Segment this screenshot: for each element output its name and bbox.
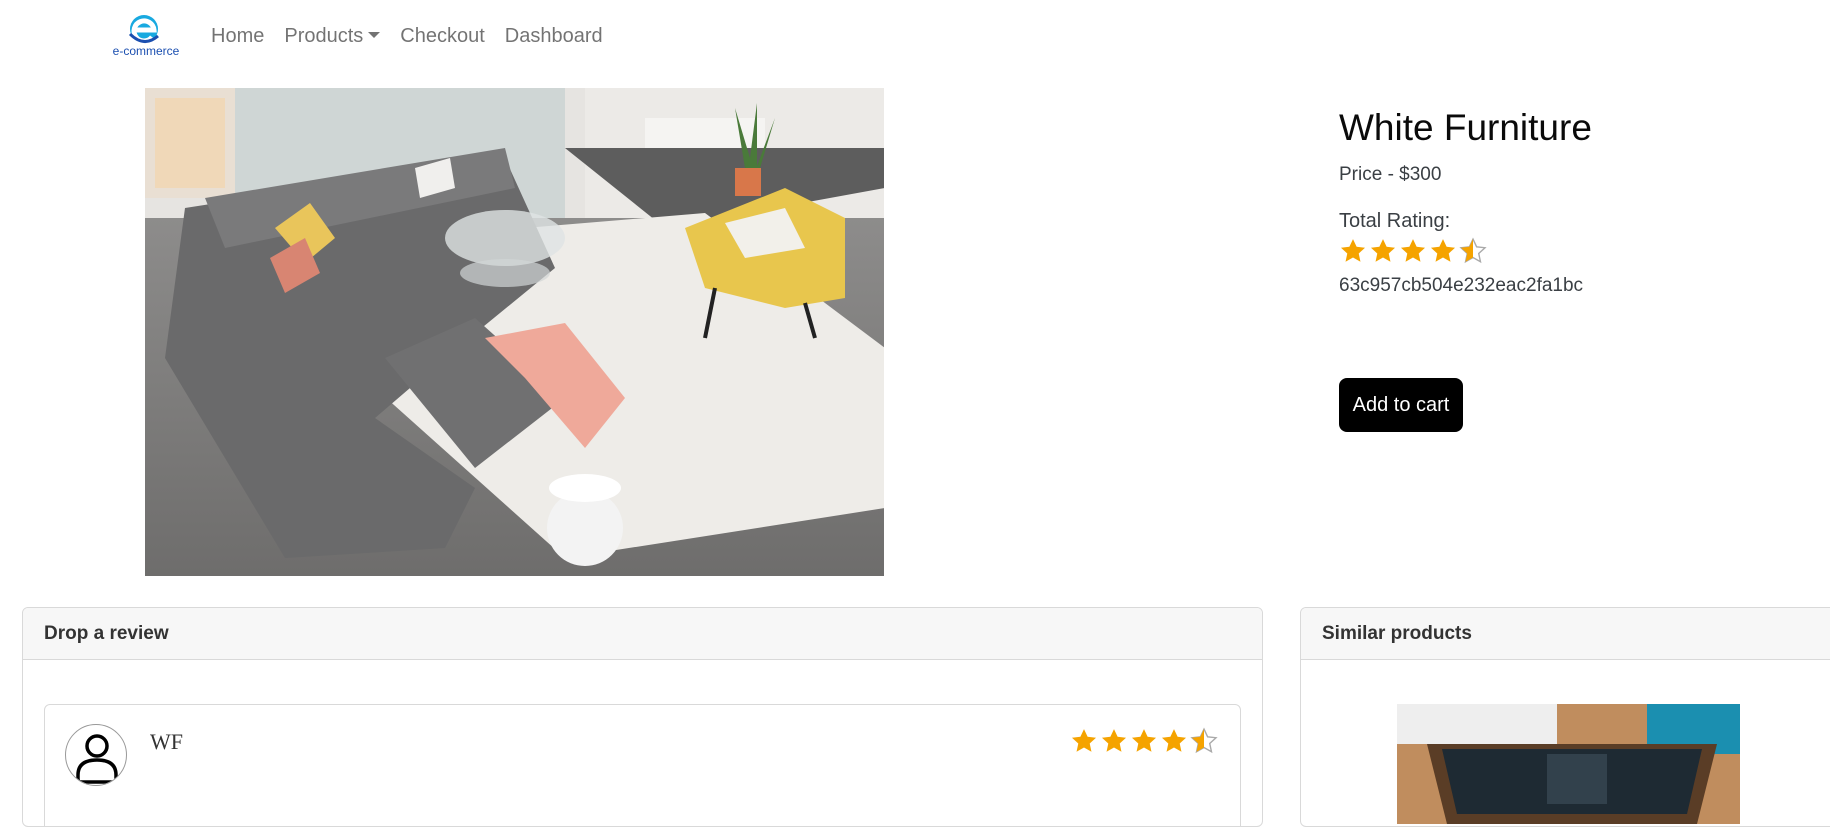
similar-card-header: Similar products — [1301, 608, 1830, 660]
reviewer-name: WF — [150, 729, 183, 754]
similar-products-card: Similar products — [1300, 607, 1830, 827]
review-item: WF — [44, 704, 1241, 826]
user-icon — [76, 734, 118, 784]
star-full-icon — [1071, 729, 1097, 752]
brand-logo[interactable]: e-commerce — [106, 12, 182, 58]
review-rating-stars — [1070, 727, 1218, 755]
nav-dashboard[interactable]: Dashboard — [495, 22, 613, 50]
star-half-icon — [1190, 727, 1218, 754]
brand-e-icon — [128, 15, 159, 44]
brand-text: e-commerce — [112, 44, 180, 58]
star-full-icon — [1340, 239, 1366, 262]
nav-home[interactable]: Home — [208, 22, 274, 50]
star-full-icon — [1161, 729, 1187, 752]
nav-products-dropdown[interactable]: Products — [274, 22, 390, 50]
add-to-cart-button[interactable]: Add to cart — [1339, 378, 1463, 432]
living-room-photo — [145, 88, 884, 576]
product-rating-stars — [1339, 237, 1819, 265]
nav-products-label: Products — [284, 25, 364, 47]
avatar — [65, 724, 127, 786]
nav-checkout[interactable]: Checkout — [390, 22, 495, 50]
star-full-icon — [1430, 239, 1456, 262]
product-title: White Furniture — [1339, 107, 1592, 148]
star-full-icon — [1400, 239, 1426, 262]
nav-links: Home Products Checkout Dashboard — [208, 22, 613, 50]
product-info: White Furniture Price - $300 Total Ratin… — [1339, 104, 1819, 297]
coffee-table-photo — [1397, 704, 1740, 824]
star-full-icon — [1101, 729, 1127, 752]
rating-label: Total Rating: — [1339, 210, 1451, 232]
star-full-icon — [1370, 239, 1396, 262]
product-price: Price - $300 — [1339, 164, 1442, 185]
chevron-down-icon — [368, 32, 381, 38]
review-card-header: Drop a review — [23, 608, 1262, 660]
star-full-icon — [1131, 729, 1157, 752]
product-image — [145, 88, 884, 576]
navbar: e-commerce Home Products Checkout Dashbo… — [0, 0, 1830, 72]
review-card: Drop a review WF — [22, 607, 1263, 827]
star-half-icon — [1459, 237, 1487, 264]
similar-product-image[interactable] — [1397, 704, 1740, 824]
product-id: 63c957cb504e232eac2fa1bc — [1339, 275, 1584, 296]
